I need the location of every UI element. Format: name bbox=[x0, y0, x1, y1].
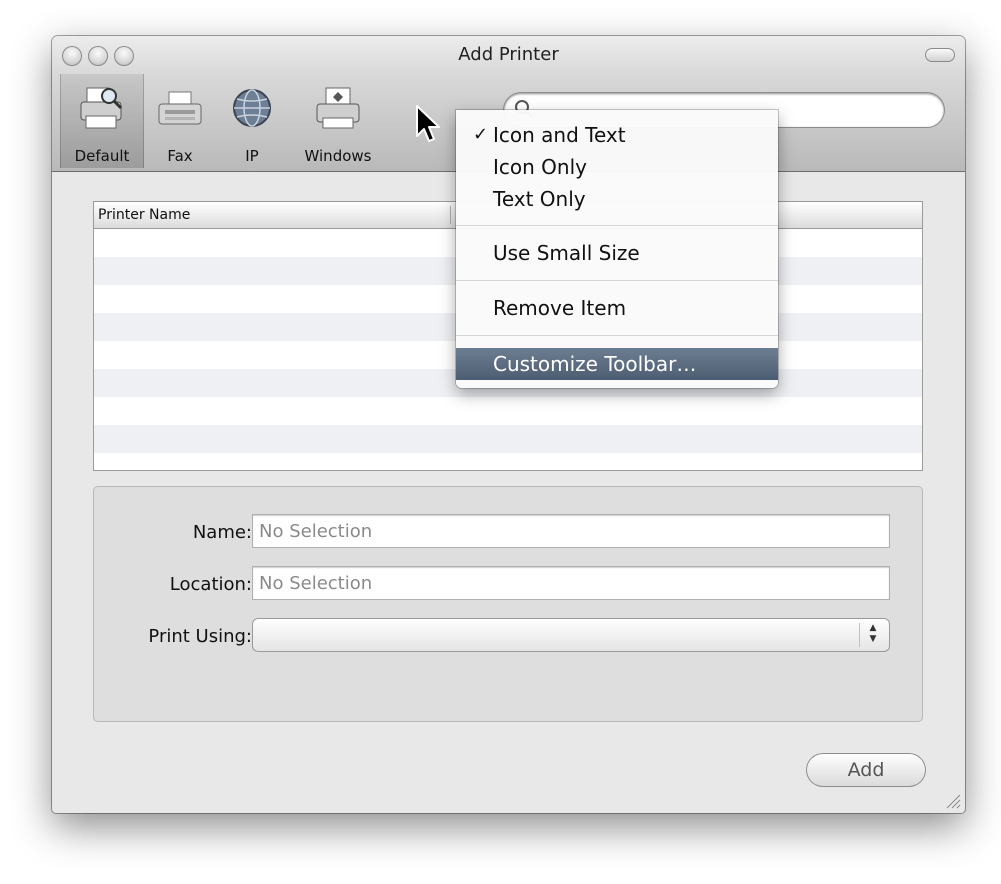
menu-separator bbox=[456, 280, 778, 281]
toolbar-item-default[interactable]: Default bbox=[60, 74, 144, 168]
toolbar-label-fax: Fax bbox=[167, 147, 193, 165]
menu-separator bbox=[456, 225, 778, 226]
checkmark-icon: ✓ bbox=[473, 124, 489, 145]
default-printer-icon bbox=[80, 87, 123, 129]
resize-grip-icon[interactable] bbox=[945, 793, 961, 809]
name-label: Name: bbox=[192, 522, 252, 543]
menu-item-use-small-size[interactable]: Use Small Size bbox=[456, 238, 778, 268]
location-label: Location: bbox=[169, 574, 252, 595]
table-row bbox=[94, 397, 922, 425]
menu-item-icon-and-text[interactable]: ✓ Icon and Text bbox=[456, 120, 778, 150]
globe-icon bbox=[233, 89, 271, 127]
menu-item-text-only[interactable]: Text Only bbox=[456, 184, 778, 214]
print-using-popup[interactable]: ▲ ▼ bbox=[252, 618, 890, 652]
popup-arrows-icon: ▲ ▼ bbox=[859, 623, 886, 647]
add-button[interactable]: Add bbox=[806, 753, 926, 787]
toolbar-item-fax[interactable]: Fax bbox=[148, 74, 212, 168]
toolbar-item-windows[interactable]: Windows bbox=[290, 74, 386, 168]
fax-icon bbox=[158, 91, 202, 125]
menu-separator bbox=[456, 335, 778, 336]
table-row bbox=[94, 453, 922, 470]
column-divider bbox=[450, 206, 451, 224]
toolbar-item-ip[interactable]: IP bbox=[220, 74, 284, 168]
toolbar-label-ip: IP bbox=[245, 147, 259, 165]
menu-item-customize-toolbar[interactable]: Customize Toolbar… bbox=[456, 348, 778, 380]
windows-printer-icon bbox=[316, 87, 360, 129]
printer-details-box: Name: No Selection Location: No Selectio… bbox=[93, 486, 923, 722]
mouse-cursor-icon bbox=[416, 105, 440, 142]
menu-item-remove-item[interactable]: Remove Item bbox=[456, 293, 778, 323]
location-field[interactable]: No Selection bbox=[252, 566, 890, 600]
window-title: Add Printer bbox=[458, 44, 559, 65]
menu-item-icon-only[interactable]: Icon Only bbox=[456, 152, 778, 182]
menu-item-label: Icon and Text bbox=[493, 123, 626, 147]
toolbar-label-default: Default bbox=[74, 147, 130, 165]
table-row bbox=[94, 425, 922, 453]
name-field[interactable]: No Selection bbox=[252, 514, 890, 548]
toolbar-context-menu: ✓ Icon and Text Icon Only Text Only Use … bbox=[456, 110, 778, 388]
toolbar-toggle-button[interactable] bbox=[925, 48, 955, 62]
print-using-label: Print Using: bbox=[148, 626, 252, 647]
toolbar-label-windows: Windows bbox=[304, 147, 372, 165]
column-header-label: Printer Name bbox=[98, 207, 191, 223]
